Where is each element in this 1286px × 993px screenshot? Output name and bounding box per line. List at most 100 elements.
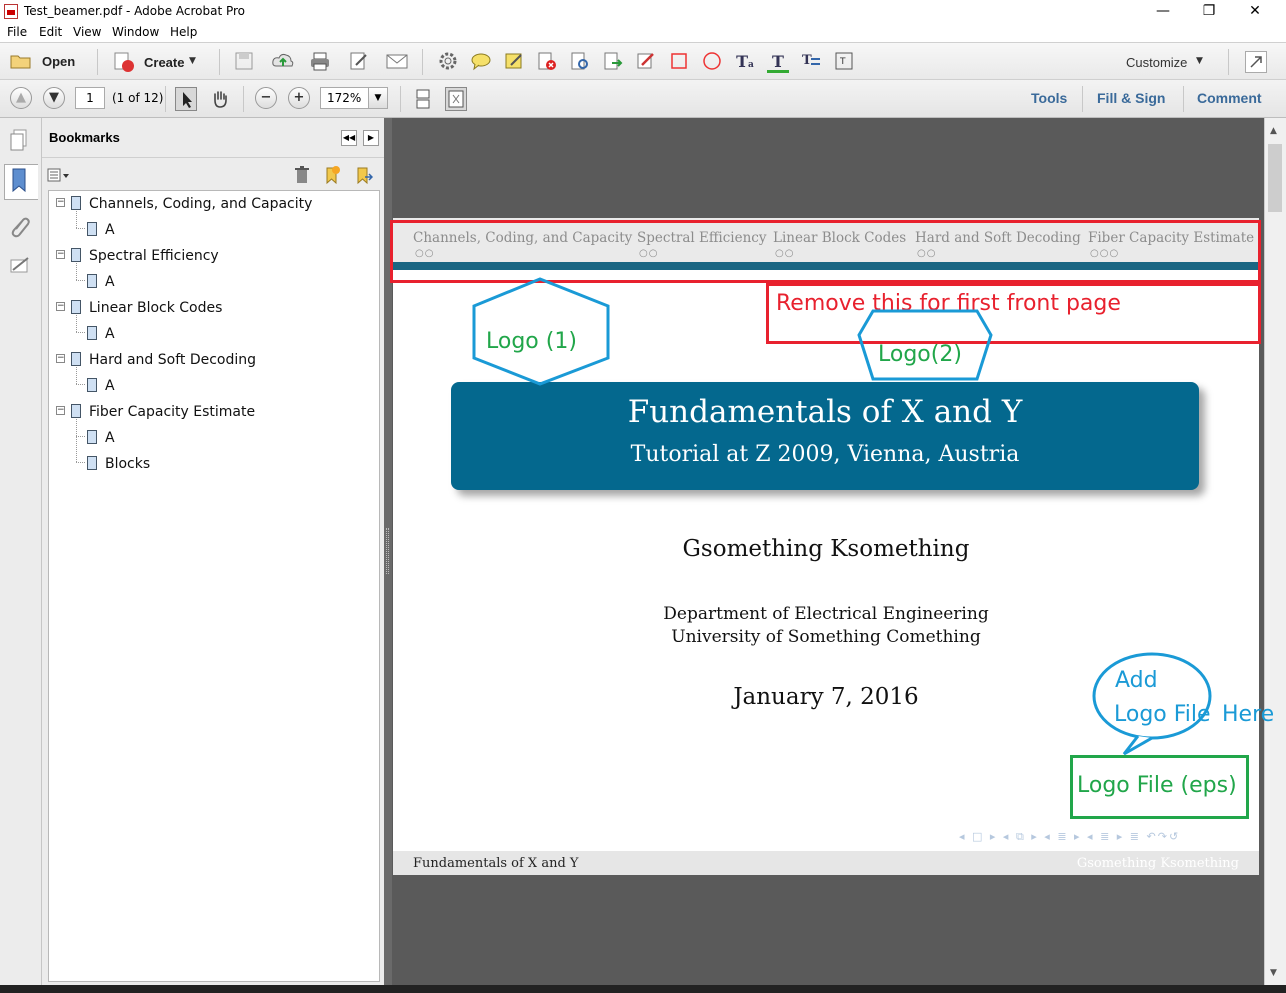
bookmark-options-icon[interactable]: [47, 166, 73, 184]
bookmark-item[interactable]: Channels, Coding, and Capacity: [89, 196, 312, 212]
customize-dropdown-icon[interactable]: ▼: [1196, 56, 1203, 66]
collapse-toggle[interactable]: −: [56, 406, 65, 415]
folder-icon: [10, 55, 31, 69]
open-button[interactable]: Open: [8, 49, 88, 75]
zoom-in-button[interactable]: +: [288, 87, 310, 109]
delete-pages-icon[interactable]: [536, 51, 558, 73]
toolbar-separator: [219, 49, 220, 75]
signatures-icon[interactable]: [8, 254, 32, 280]
bookmark-icon: [87, 222, 97, 236]
replace-text-icon[interactable]: T: [800, 51, 822, 73]
sticky-note-icon[interactable]: [503, 51, 525, 73]
text-field-icon[interactable]: T: [833, 51, 855, 73]
slide-title: Fundamentals of X and Y: [627, 394, 1023, 430]
oval-tool-icon[interactable]: [701, 51, 723, 73]
collapse-toggle[interactable]: −: [56, 354, 65, 363]
scroll-down-icon[interactable]: ▼: [1270, 968, 1277, 978]
expand-panel-icon[interactable]: ▶: [363, 130, 379, 146]
search-pages-icon[interactable]: [569, 51, 591, 73]
bookmark-item[interactable]: A: [105, 326, 115, 342]
next-page-button[interactable]: ▼: [43, 87, 65, 109]
bubble-text-here: Here: [1222, 702, 1275, 727]
bookmark-icon: [71, 196, 81, 210]
scrollbar-thumb[interactable]: [1268, 144, 1282, 212]
bookmark-item[interactable]: A: [105, 274, 115, 290]
collapse-toggle[interactable]: −: [56, 250, 65, 259]
new-bookmark-icon[interactable]: [322, 165, 342, 185]
extract-pages-icon[interactable]: [602, 51, 624, 73]
logo1-label: Logo (1): [486, 329, 577, 354]
minimize-button[interactable]: —: [1140, 0, 1186, 22]
bookmark-item[interactable]: A: [105, 222, 115, 238]
bookmark-item[interactable]: Hard and Soft Decoding: [89, 352, 256, 368]
comment-pane-link[interactable]: Comment: [1197, 90, 1262, 106]
bubble-text-logo-file: Logo File: [1114, 702, 1211, 727]
close-button[interactable]: ✕: [1232, 0, 1278, 22]
delete-bookmark-icon[interactable]: [293, 165, 311, 185]
bookmark-icon: [87, 326, 97, 340]
create-label: Create: [144, 55, 185, 70]
bookmark-item[interactable]: Fiber Capacity Estimate: [89, 404, 255, 420]
scroll-up-icon[interactable]: ▲: [1270, 126, 1277, 136]
bookmark-item[interactable]: A: [105, 430, 115, 446]
bookmark-item[interactable]: Spectral Efficiency: [89, 248, 219, 264]
attachments-icon[interactable]: [8, 214, 32, 240]
menu-window[interactable]: Window: [112, 25, 159, 39]
page-thumbnails-icon[interactable]: [8, 128, 30, 154]
zoom-out-button[interactable]: −: [255, 87, 277, 109]
menu-help[interactable]: Help: [170, 25, 197, 39]
menu-edit[interactable]: Edit: [39, 25, 62, 39]
fill-sign-pane-link[interactable]: Fill & Sign: [1097, 90, 1165, 106]
text-box-tool-icon[interactable]: Ta: [734, 51, 756, 73]
create-button[interactable]: Create ▼: [110, 49, 206, 75]
select-tool-icon[interactable]: [175, 87, 197, 111]
bookmark-icon: [71, 352, 81, 366]
previous-page-button[interactable]: ▲: [10, 87, 32, 109]
window-title-bar: Test_beamer.pdf - Adobe Acrobat Pro — ❐ …: [0, 0, 1286, 22]
sign-document-icon[interactable]: [635, 51, 657, 73]
print-icon[interactable]: [309, 51, 331, 73]
fit-page-icon[interactable]: [445, 87, 467, 111]
slide-university: University of Something Comething: [671, 627, 981, 647]
underline-text-icon[interactable]: T: [767, 51, 789, 73]
collapse-toggle[interactable]: −: [56, 302, 65, 311]
email-icon[interactable]: [385, 51, 408, 73]
zoom-input[interactable]: 172%: [320, 87, 370, 109]
toolbar-separator: [400, 86, 401, 112]
bookmark-icon: [71, 300, 81, 314]
create-dropdown-icon: ▼: [189, 56, 196, 66]
customize-button[interactable]: Customize: [1126, 55, 1187, 70]
page-number-input[interactable]: 1: [75, 87, 105, 109]
gear-icon[interactable]: [437, 51, 459, 73]
footer-title: Fundamentals of X and Y: [413, 856, 579, 871]
scrolling-mode-icon[interactable]: [412, 88, 434, 110]
svg-text:T: T: [839, 57, 846, 67]
expand-bookmark-icon[interactable]: [353, 165, 374, 185]
bookmark-icon: [87, 430, 97, 444]
restore-button[interactable]: ❐: [1186, 0, 1232, 22]
bookmarks-panel-icon[interactable]: [4, 164, 38, 200]
tools-pane-link[interactable]: Tools: [1031, 90, 1067, 106]
taskbar-strip: [0, 985, 1286, 993]
bookmark-item[interactable]: A: [105, 378, 115, 394]
collapse-panel-icon[interactable]: ◀◀: [341, 130, 357, 146]
save-icon[interactable]: [233, 51, 255, 73]
bookmark-item[interactable]: Linear Block Codes: [89, 300, 222, 316]
rectangle-tool-icon[interactable]: [668, 51, 690, 73]
menu-view[interactable]: View: [73, 25, 101, 39]
slide-title-box: Fundamentals of X and Y Tutorial at Z 20…: [451, 382, 1199, 490]
beamer-nav-symbols[interactable]: ◂ □ ▸ ◂ ⧉ ▸ ◂ ≣ ▸ ◂ ≣ ▸ ≣ ↶↷↺: [959, 830, 1180, 844]
bookmarks-panel: Bookmarks ◀◀ ▶ − Channels, Coding, and C…: [42, 118, 384, 985]
hand-tool-icon[interactable]: [209, 88, 231, 110]
collapse-toggle[interactable]: −: [56, 198, 65, 207]
expand-icon[interactable]: [1245, 51, 1267, 73]
comment-bubble-icon[interactable]: [470, 51, 492, 73]
edit-document-icon[interactable]: [348, 51, 370, 73]
bookmarks-title: Bookmarks: [49, 130, 120, 145]
create-pdf-icon: [114, 52, 134, 72]
bookmark-item[interactable]: Blocks: [105, 456, 150, 472]
menu-file[interactable]: File: [7, 25, 27, 39]
cloud-upload-icon[interactable]: [271, 51, 294, 73]
vertical-scrollbar[interactable]: ▲ ▼: [1264, 118, 1286, 985]
zoom-dropdown-icon[interactable]: ▼: [368, 87, 388, 109]
